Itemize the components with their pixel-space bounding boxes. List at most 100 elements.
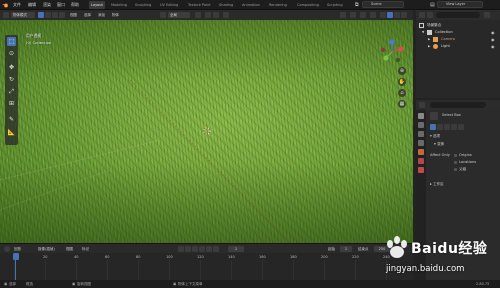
blender-logo-icon[interactable] — [2, 2, 9, 8]
outliner-item-light[interactable]: ▶ Light ◉ — [416, 43, 500, 50]
outliner-item-camera[interactable]: ▶ Camera ◉ — [416, 36, 500, 43]
menu-object[interactable]: 物体 — [112, 12, 119, 18]
timeline-menu-view[interactable]: 视图 — [66, 246, 73, 252]
cursor-tool-icon[interactable]: ⊙ — [7, 49, 16, 58]
menu-add[interactable]: 添加 — [98, 12, 105, 18]
outliner-scene-collection[interactable]: 场景集合 — [416, 22, 500, 29]
snap-icon[interactable] — [205, 12, 211, 18]
outliner-filter-icon[interactable] — [484, 12, 490, 18]
mode-invert-icon[interactable] — [451, 124, 457, 130]
menu-edit[interactable]: 编辑 — [28, 2, 36, 8]
light-expand-icon[interactable]: ▶ — [428, 43, 430, 50]
move-tool-icon[interactable]: ✥ — [7, 63, 16, 72]
select-mode-invert-icon[interactable] — [59, 12, 65, 18]
properties-search-input[interactable] — [430, 102, 486, 108]
zoom-icon[interactable]: ⊕ — [398, 67, 406, 75]
visibility-icon[interactable] — [340, 12, 346, 18]
proportional-edit-icon[interactable] — [223, 12, 229, 18]
transform-section-header[interactable]: ▾ 变换 — [434, 142, 444, 147]
tab-render-icon[interactable] — [418, 122, 424, 128]
mode-subtract-icon[interactable] — [444, 124, 450, 130]
pivot-point-icon[interactable] — [195, 12, 201, 18]
play-icon[interactable] — [199, 246, 205, 252]
outliner-editor-icon[interactable] — [419, 12, 425, 18]
current-frame-field[interactable]: 1 — [228, 246, 244, 252]
gizmo-toggle-icon[interactable] — [350, 12, 356, 18]
eye-icon[interactable]: ◉ — [491, 30, 496, 35]
annotate-tool-icon[interactable]: ✎ — [7, 115, 16, 124]
timeline-menu-playback[interactable]: 回放 — [14, 246, 21, 252]
shading-material-icon[interactable] — [394, 12, 400, 18]
workspace-tab-animation[interactable]: Animation — [240, 1, 262, 9]
select-box-tool-icon[interactable]: ⬚ — [7, 37, 16, 46]
outliner-item-collection[interactable]: ▼ Collection ◉ — [416, 29, 500, 36]
measure-tool-icon[interactable]: 📐 — [7, 128, 16, 137]
tab-world-icon[interactable] — [418, 158, 424, 164]
snap-target-icon[interactable] — [213, 12, 219, 18]
menu-render[interactable]: 渲染 — [43, 2, 51, 8]
outliner-display-mode-icon[interactable] — [427, 12, 433, 18]
menu-select[interactable]: 选择 — [84, 12, 91, 18]
locations-checkbox[interactable] — [454, 161, 457, 164]
workspace-tab-sculpting[interactable]: Sculpting — [133, 1, 153, 9]
transform-orientation-icon[interactable] — [160, 12, 166, 18]
timeline-area[interactable]: 0 20 40 60 80 100 120 140 160 180 200 22… — [0, 253, 413, 280]
editor-type-icon[interactable] — [3, 12, 9, 18]
workspace-tab-texture-paint[interactable]: Texture Paint — [186, 1, 213, 9]
workspace-tab-shading[interactable]: Shading — [217, 1, 235, 9]
mode-intersect-icon[interactable] — [458, 124, 464, 130]
shading-wireframe-icon[interactable] — [380, 12, 386, 18]
playhead[interactable] — [13, 253, 19, 260]
camera-expand-icon[interactable]: ▶ — [428, 36, 430, 43]
select-mode-set-icon[interactable] — [38, 12, 44, 18]
shading-solid-icon[interactable] — [387, 12, 393, 18]
view-layer-selector[interactable]: View Layer — [437, 1, 483, 8]
tab-output-icon[interactable] — [418, 131, 424, 137]
workspace-tab-uv-editing[interactable]: UV Editing — [158, 1, 180, 9]
jump-keyframe-forward-icon[interactable] — [206, 246, 212, 252]
outliner-search-input[interactable] — [436, 12, 480, 18]
menu-help[interactable]: 帮助 — [71, 2, 79, 8]
perspective-toggle-icon[interactable]: ▦ — [398, 100, 406, 108]
workspace-section-header[interactable]: ▸ 工作区 — [430, 182, 444, 187]
workspace-tab-scripting[interactable]: Scripting — [325, 1, 345, 9]
xray-toggle-icon[interactable] — [370, 12, 376, 18]
mode-set-icon[interactable] — [430, 124, 436, 130]
play-reverse-icon[interactable] — [192, 246, 198, 252]
menu-view[interactable]: 视图 — [70, 12, 77, 18]
select-mode-subtract-icon[interactable] — [52, 12, 58, 18]
tab-view-layer-icon[interactable] — [418, 140, 424, 146]
origins-checkbox[interactable] — [454, 154, 457, 157]
timeline-menu-keying[interactable]: 抠像(插帧) — [38, 246, 55, 252]
workspace-tab-compositing[interactable]: Compositing — [295, 1, 321, 9]
start-frame-field[interactable]: 1 — [340, 246, 352, 252]
select-mode-extend-icon[interactable] — [45, 12, 51, 18]
collection-expand-icon[interactable]: ▼ — [422, 29, 424, 36]
eye-icon[interactable]: ◉ — [491, 37, 496, 42]
workspace-tab-rendering[interactable]: Rendering — [267, 1, 289, 9]
eye-icon[interactable]: ◉ — [491, 44, 496, 49]
scene-selector[interactable]: Scene — [362, 1, 404, 8]
jump-keyframe-back-icon[interactable] — [185, 246, 191, 252]
transform-tool-icon[interactable]: ⊞ — [7, 99, 16, 108]
parents-checkbox[interactable] — [454, 168, 457, 171]
tab-scene-icon[interactable] — [418, 149, 424, 155]
scale-tool-icon[interactable]: ⤢ — [7, 87, 16, 96]
mode-selector[interactable]: 物体模式 — [11, 12, 35, 18]
properties-editor-icon[interactable] — [419, 102, 425, 108]
menu-window[interactable]: 窗口 — [57, 2, 65, 8]
tab-tool-icon[interactable] — [418, 113, 424, 119]
timeline-editor-icon[interactable] — [4, 246, 10, 252]
jump-start-icon[interactable] — [178, 246, 184, 252]
tab-object-icon[interactable] — [418, 167, 424, 173]
camera-view-icon[interactable]: ⌂ — [398, 89, 406, 97]
jump-end-icon[interactable] — [213, 246, 219, 252]
menu-file[interactable]: 文件 — [13, 2, 21, 8]
workspace-tab-modeling[interactable]: Modeling — [109, 1, 129, 9]
pan-hand-icon[interactable]: ✋ — [398, 78, 406, 86]
navigation-gizmo[interactable] — [378, 38, 406, 66]
rotate-tool-icon[interactable]: ↻ — [7, 75, 16, 84]
overlay-toggle-icon[interactable] — [360, 12, 366, 18]
viewport-3d[interactable]: 用户透视 (0) Collection ⊕ ✋ ⌂ ▦ — [0, 20, 413, 243]
workspace-tab-layout[interactable]: Layout — [89, 1, 105, 9]
